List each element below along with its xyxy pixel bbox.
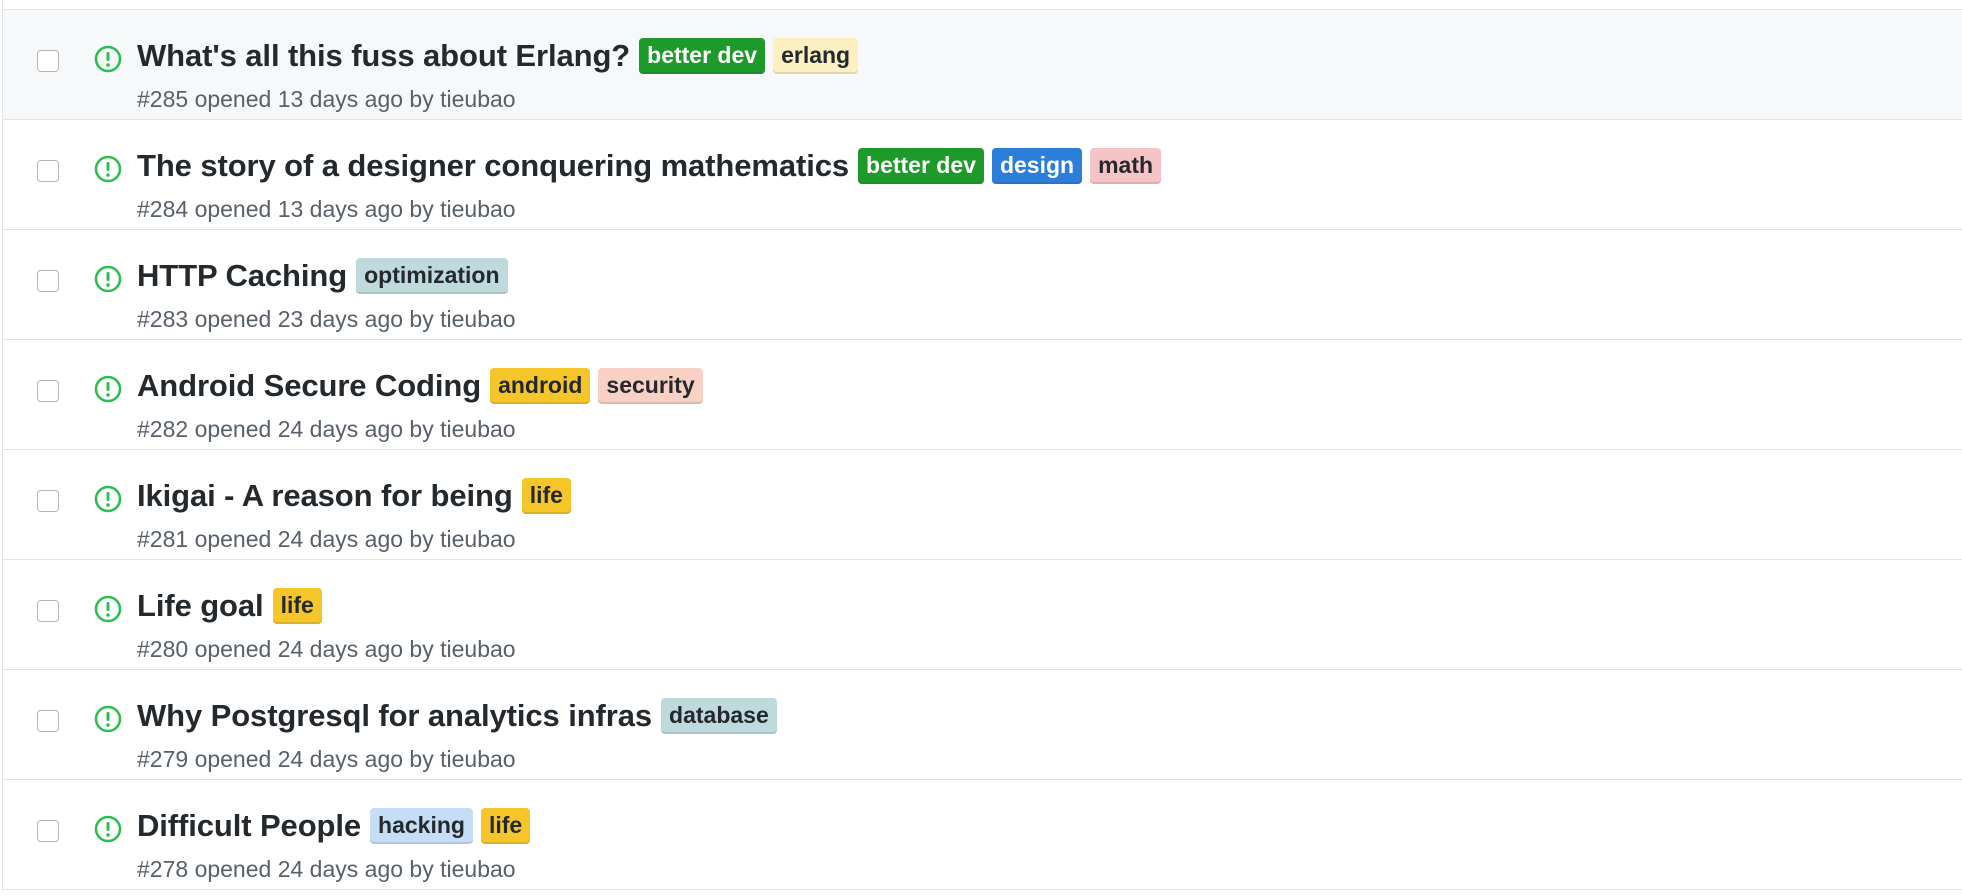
issue-number: #279: [137, 746, 189, 772]
issue-label-optimization[interactable]: optimization: [356, 258, 508, 294]
issue-label-better-dev[interactable]: better dev: [858, 148, 984, 184]
issue-author-link[interactable]: tieubao: [440, 526, 515, 552]
issue-opened-icon: [94, 265, 122, 293]
issue-opened-text: opened 24 days ago by: [194, 746, 434, 772]
issue-title-line: HTTP Caching optimization: [137, 258, 516, 294]
issue-select-checkbox[interactable]: [37, 820, 59, 842]
issue-title-link[interactable]: Android Secure Coding: [137, 368, 481, 404]
issue-label-database[interactable]: database: [661, 698, 777, 734]
issue-row-283[interactable]: HTTP Caching optimization #283 opened 23…: [2, 230, 1962, 340]
issue-labels: optimization: [356, 258, 515, 294]
issue-labels: life: [272, 588, 330, 624]
issue-select-checkbox[interactable]: [37, 600, 59, 622]
issue-row-279[interactable]: Why Postgresql for analytics infras data…: [2, 670, 1962, 780]
issue-author-link[interactable]: tieubao: [440, 636, 515, 662]
issue-number: #282: [137, 416, 189, 442]
issue-number: #283: [137, 306, 189, 332]
issue-title-link[interactable]: Why Postgresql for analytics infras: [137, 698, 652, 734]
issue-opened-icon: [94, 45, 122, 73]
issue-author-link[interactable]: tieubao: [440, 86, 515, 112]
issue-opened-icon: [94, 705, 122, 733]
issue-labels: android security: [490, 368, 711, 404]
issue-row-284[interactable]: The story of a designer conquering mathe…: [2, 120, 1962, 230]
list-top-edge: [2, 0, 1962, 10]
issue-meta: #285 opened 13 days ago by tieubao: [137, 86, 516, 113]
issue-select-checkbox[interactable]: [37, 490, 59, 512]
issue-label-life[interactable]: life: [272, 588, 322, 624]
issue-label-math[interactable]: math: [1090, 148, 1162, 184]
issue-row-281[interactable]: Ikigai - A reason for being life #281 op…: [2, 450, 1962, 560]
issue-meta: #283 opened 23 days ago by tieubao: [137, 306, 516, 333]
issue-label-better-dev[interactable]: better dev: [639, 38, 766, 74]
issue-title-line: The story of a designer conquering mathe…: [137, 148, 1169, 184]
issue-labels: database: [661, 698, 785, 734]
issue-author-link[interactable]: tieubao: [440, 196, 515, 222]
issue-labels: better dev design math: [858, 148, 1169, 184]
issue-meta: #281 opened 24 days ago by tieubao: [137, 526, 516, 553]
issue-label-erlang[interactable]: erlang: [773, 38, 859, 74]
issue-title-line: Difficult People hacking life: [137, 808, 538, 844]
issue-label-design[interactable]: design: [991, 148, 1083, 184]
issue-opened-icon: [94, 375, 122, 403]
issue-title-link[interactable]: The story of a designer conquering mathe…: [137, 148, 849, 184]
issue-opened-icon: [94, 595, 122, 623]
issue-select-checkbox[interactable]: [37, 160, 59, 182]
issue-row-280[interactable]: Life goal life #280 opened 24 days ago b…: [2, 560, 1962, 670]
issue-meta: #284 opened 13 days ago by tieubao: [137, 196, 516, 223]
issue-author-link[interactable]: tieubao: [440, 416, 515, 442]
issue-meta: #280 opened 24 days ago by tieubao: [137, 636, 516, 663]
issue-opened-text: opened 24 days ago by: [194, 526, 434, 552]
issue-labels: hacking life: [370, 808, 538, 844]
issue-meta: #278 opened 24 days ago by tieubao: [137, 856, 516, 883]
issue-author-link[interactable]: tieubao: [440, 306, 515, 332]
issue-author-link[interactable]: tieubao: [440, 856, 515, 882]
issue-title-line: Life goal life: [137, 588, 330, 624]
issue-number: #280: [137, 636, 189, 662]
issue-author-link[interactable]: tieubao: [440, 746, 515, 772]
issue-meta: #282 opened 24 days ago by tieubao: [137, 416, 516, 443]
issue-label-life[interactable]: life: [480, 808, 531, 844]
issue-label-security[interactable]: security: [598, 368, 703, 404]
issue-number: #278: [137, 856, 189, 882]
issue-title-link[interactable]: HTTP Caching: [137, 258, 347, 294]
issue-select-checkbox[interactable]: [37, 50, 59, 72]
issue-label-hacking[interactable]: hacking: [370, 808, 473, 844]
issue-opened-text: opened 24 days ago by: [194, 416, 434, 442]
issue-title-line: Ikigai - A reason for being life: [137, 478, 579, 514]
issue-select-checkbox[interactable]: [37, 270, 59, 292]
issue-opened-text: opened 13 days ago by: [194, 196, 434, 222]
issue-opened-text: opened 24 days ago by: [194, 856, 434, 882]
issue-meta: #279 opened 24 days ago by tieubao: [137, 746, 516, 773]
issue-opened-text: opened 13 days ago by: [194, 86, 434, 112]
issue-opened-icon: [94, 815, 122, 843]
issue-labels: better dev erlang: [639, 38, 866, 74]
issue-title-line: Why Postgresql for analytics infras data…: [137, 698, 785, 734]
issue-opened-icon: [94, 485, 122, 513]
issue-row-278[interactable]: Difficult People hacking life #278 opened…: [2, 780, 1962, 890]
issue-title-line: Android Secure Coding android security: [137, 368, 711, 404]
issue-title-link[interactable]: What's all this fuss about Erlang?: [137, 38, 630, 74]
issue-number: #284: [137, 196, 189, 222]
issue-opened-icon: [94, 155, 122, 183]
issue-title-link[interactable]: Difficult People: [137, 808, 361, 844]
issue-title-link[interactable]: Ikigai - A reason for being: [137, 478, 513, 514]
issue-rows: What's all this fuss about Erlang? bette…: [2, 10, 1962, 890]
issue-number: #281: [137, 526, 189, 552]
issue-label-life[interactable]: life: [521, 478, 571, 514]
issue-row-282[interactable]: Android Secure Coding android security #2…: [2, 340, 1962, 450]
issue-labels: life: [521, 478, 579, 514]
issue-number: #285: [137, 86, 189, 112]
issue-row-285[interactable]: What's all this fuss about Erlang? bette…: [2, 10, 1962, 120]
issue-select-checkbox[interactable]: [37, 710, 59, 732]
issue-title-line: What's all this fuss about Erlang? bette…: [137, 38, 866, 74]
issue-opened-text: opened 23 days ago by: [194, 306, 434, 332]
issue-list: What's all this fuss about Erlang? bette…: [2, 0, 1962, 896]
issue-select-checkbox[interactable]: [37, 380, 59, 402]
issue-opened-text: opened 24 days ago by: [194, 636, 434, 662]
issue-title-link[interactable]: Life goal: [137, 588, 264, 624]
issue-label-android[interactable]: android: [490, 368, 591, 404]
